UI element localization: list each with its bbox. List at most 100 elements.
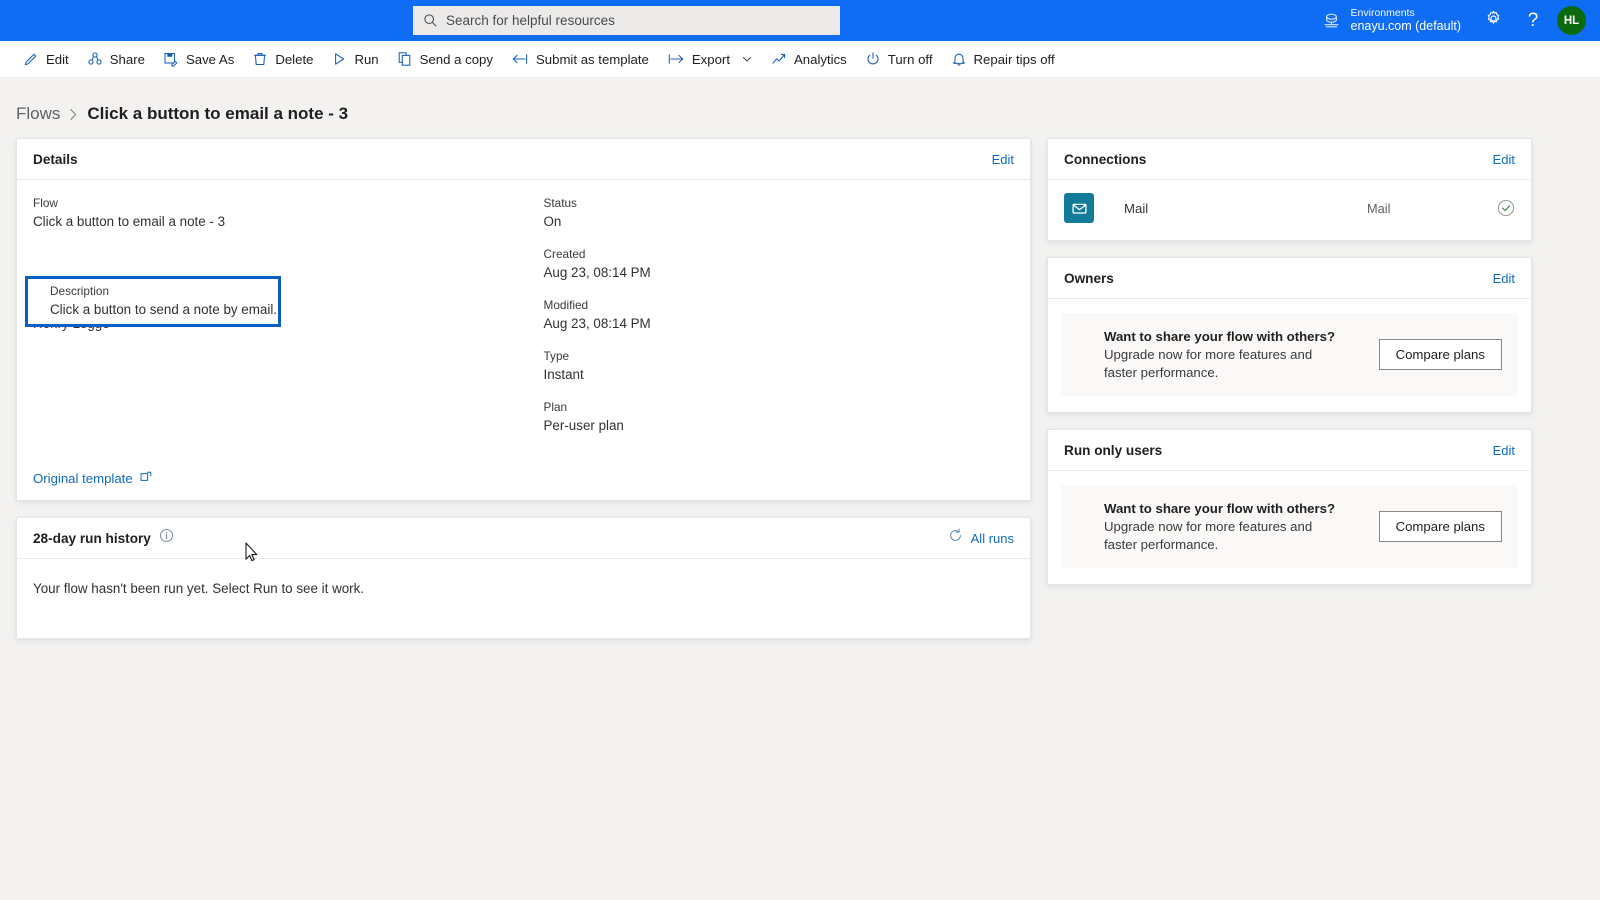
field-type: Type Instant xyxy=(544,347,1015,384)
owners-upsell-text: Want to share your flow with others? Upg… xyxy=(1104,327,1363,382)
original-template-link[interactable]: Original template xyxy=(17,465,152,500)
repair-tips-button-label: Repair tips off xyxy=(973,51,1055,67)
run-only-users-compare-plans-button[interactable]: Compare plans xyxy=(1378,511,1502,542)
search-input[interactable] xyxy=(446,13,830,28)
owners-edit-link[interactable]: Edit xyxy=(1493,271,1515,286)
avatar[interactable]: HL xyxy=(1557,6,1586,35)
save-as-icon xyxy=(163,51,179,67)
top-bar-right-cluster: Environments enayu.com (default) ? HL xyxy=(1322,0,1600,41)
run-only-users-header: Run only users Edit xyxy=(1048,430,1531,471)
details-card: Details Edit Flow Click a button to emai… xyxy=(16,138,1031,501)
original-template-label: Original template xyxy=(33,471,133,486)
run-history-card: 28-day run history All runs Your flow ha… xyxy=(16,517,1031,639)
connections-title: Connections xyxy=(1064,151,1147,167)
details-right-fields: Status On Created Aug 23, 08:14 PM Modif… xyxy=(524,194,1031,465)
repair-tips-button[interactable]: Repair tips off xyxy=(942,44,1064,74)
environment-text: Environments enayu.com (default) xyxy=(1351,7,1461,33)
breadcrumb: Flows Click a button to email a note - 3 xyxy=(0,78,1600,130)
pencil-icon xyxy=(23,51,39,67)
connection-row[interactable]: Mail Mail xyxy=(1048,180,1531,240)
field-plan-label: Plan xyxy=(543,400,568,414)
all-runs-link[interactable]: All runs xyxy=(948,528,1014,548)
top-app-bar: Environments enayu.com (default) ? HL xyxy=(0,0,1600,41)
run-history-title: 28-day run history xyxy=(33,530,151,546)
run-button-label: Run xyxy=(354,51,379,67)
external-link-icon xyxy=(140,471,152,486)
connection-name: Mail xyxy=(1124,200,1149,216)
analytics-button[interactable]: Analytics xyxy=(762,44,856,74)
bell-icon xyxy=(951,51,967,67)
main-content: Details Edit Flow Click a button to emai… xyxy=(0,130,1600,655)
connections-header: Connections Edit xyxy=(1048,139,1531,180)
field-description[interactable]: Description Click a button to send a not… xyxy=(25,276,281,327)
field-flow-label: Flow xyxy=(33,196,58,210)
field-modified: Modified Aug 23, 08:14 PM xyxy=(544,296,1015,333)
owners-header: Owners Edit xyxy=(1048,258,1531,299)
environment-picker[interactable]: Environments enayu.com (default) xyxy=(1322,7,1461,33)
submit-as-template-button-label: Submit as template xyxy=(535,51,649,67)
save-as-button[interactable]: Save As xyxy=(154,44,243,74)
environments-label: Environments xyxy=(1350,7,1415,20)
send-a-copy-button[interactable]: Send a copy xyxy=(388,44,502,74)
run-only-users-upsell-sub-2: faster performance. xyxy=(1104,537,1219,552)
power-icon xyxy=(865,51,881,67)
field-created: Created Aug 23, 08:14 PM xyxy=(544,245,1015,282)
export-button-label: Export xyxy=(691,51,730,67)
avatar-initials: HL xyxy=(1563,14,1580,27)
owners-compare-plans-button[interactable]: Compare plans xyxy=(1378,339,1502,370)
edit-button[interactable]: Edit xyxy=(14,44,78,74)
field-status-label: Status xyxy=(543,196,577,210)
refresh-icon xyxy=(948,528,963,548)
run-button[interactable]: Run xyxy=(322,44,387,74)
field-type-value: Instant xyxy=(543,367,584,382)
run-only-users-upsell-text: Want to share your flow with others? Upg… xyxy=(1104,499,1363,554)
field-status-value: On xyxy=(543,214,562,229)
submit-as-template-button[interactable]: Submit as template xyxy=(502,44,658,74)
details-edit-link[interactable]: Edit xyxy=(992,152,1014,167)
gear-icon xyxy=(1484,9,1503,33)
details-body: Flow Click a button to email a note - 3 … xyxy=(17,180,1030,465)
field-status: Status On xyxy=(544,194,1015,231)
field-description-value: Click a button to send a note by email. xyxy=(50,302,278,317)
owners-card: Owners Edit Want to share your flow with… xyxy=(1047,257,1532,413)
share-button[interactable]: Share xyxy=(78,44,154,74)
global-search-box[interactable] xyxy=(413,6,840,35)
field-modified-label: Modified xyxy=(543,298,589,312)
info-icon[interactable] xyxy=(159,528,174,548)
play-icon xyxy=(331,51,347,67)
settings-button[interactable] xyxy=(1473,0,1513,41)
chevron-down-icon xyxy=(741,53,753,65)
page-title: Click a button to email a note - 3 xyxy=(87,104,349,123)
turn-off-button-label: Turn off xyxy=(887,51,933,67)
save-as-button-label: Save As xyxy=(185,51,235,67)
send-a-copy-button-label: Send a copy xyxy=(419,51,493,67)
delete-button[interactable]: Delete xyxy=(243,44,322,74)
environment-value: enayu.com (default) xyxy=(1350,19,1461,34)
edit-button-label: Edit xyxy=(46,51,69,67)
trash-icon xyxy=(252,51,268,67)
chevron-right-icon xyxy=(69,108,78,121)
run-only-users-edit-link[interactable]: Edit xyxy=(1493,443,1515,458)
breadcrumb-flows-link[interactable]: Flows xyxy=(16,104,60,124)
export-button[interactable]: Export xyxy=(658,44,762,74)
field-flow: Flow Click a button to email a note - 3 xyxy=(33,194,508,231)
field-type-label: Type xyxy=(543,349,570,363)
run-history-empty-message: Your flow hasn't been run yet. Select Ru… xyxy=(33,581,365,596)
run-only-users-card: Run only users Edit Want to share your f… xyxy=(1047,429,1532,585)
check-circle-icon xyxy=(1497,199,1515,217)
owners-upsell-title: Want to share your flow with others? xyxy=(1104,329,1336,344)
connections-card: Connections Edit Mail Mail xyxy=(1047,138,1532,241)
environment-icon xyxy=(1322,11,1341,30)
turn-off-button[interactable]: Turn off xyxy=(856,44,942,74)
run-history-header: 28-day run history All runs xyxy=(17,518,1030,559)
help-button[interactable]: ? xyxy=(1513,0,1553,41)
field-created-label: Created xyxy=(543,247,586,261)
field-plan-value: Per-user plan xyxy=(543,418,624,433)
details-title: Details xyxy=(33,151,78,167)
run-only-users-upsell: Want to share your flow with others? Upg… xyxy=(1061,485,1518,568)
connections-edit-link[interactable]: Edit xyxy=(1493,152,1515,167)
copy-icon xyxy=(397,51,413,67)
command-bar: Edit Share Save As Delete Run Send a cop… xyxy=(0,41,1600,78)
share-icon xyxy=(87,51,103,67)
share-button-label: Share xyxy=(109,51,145,67)
